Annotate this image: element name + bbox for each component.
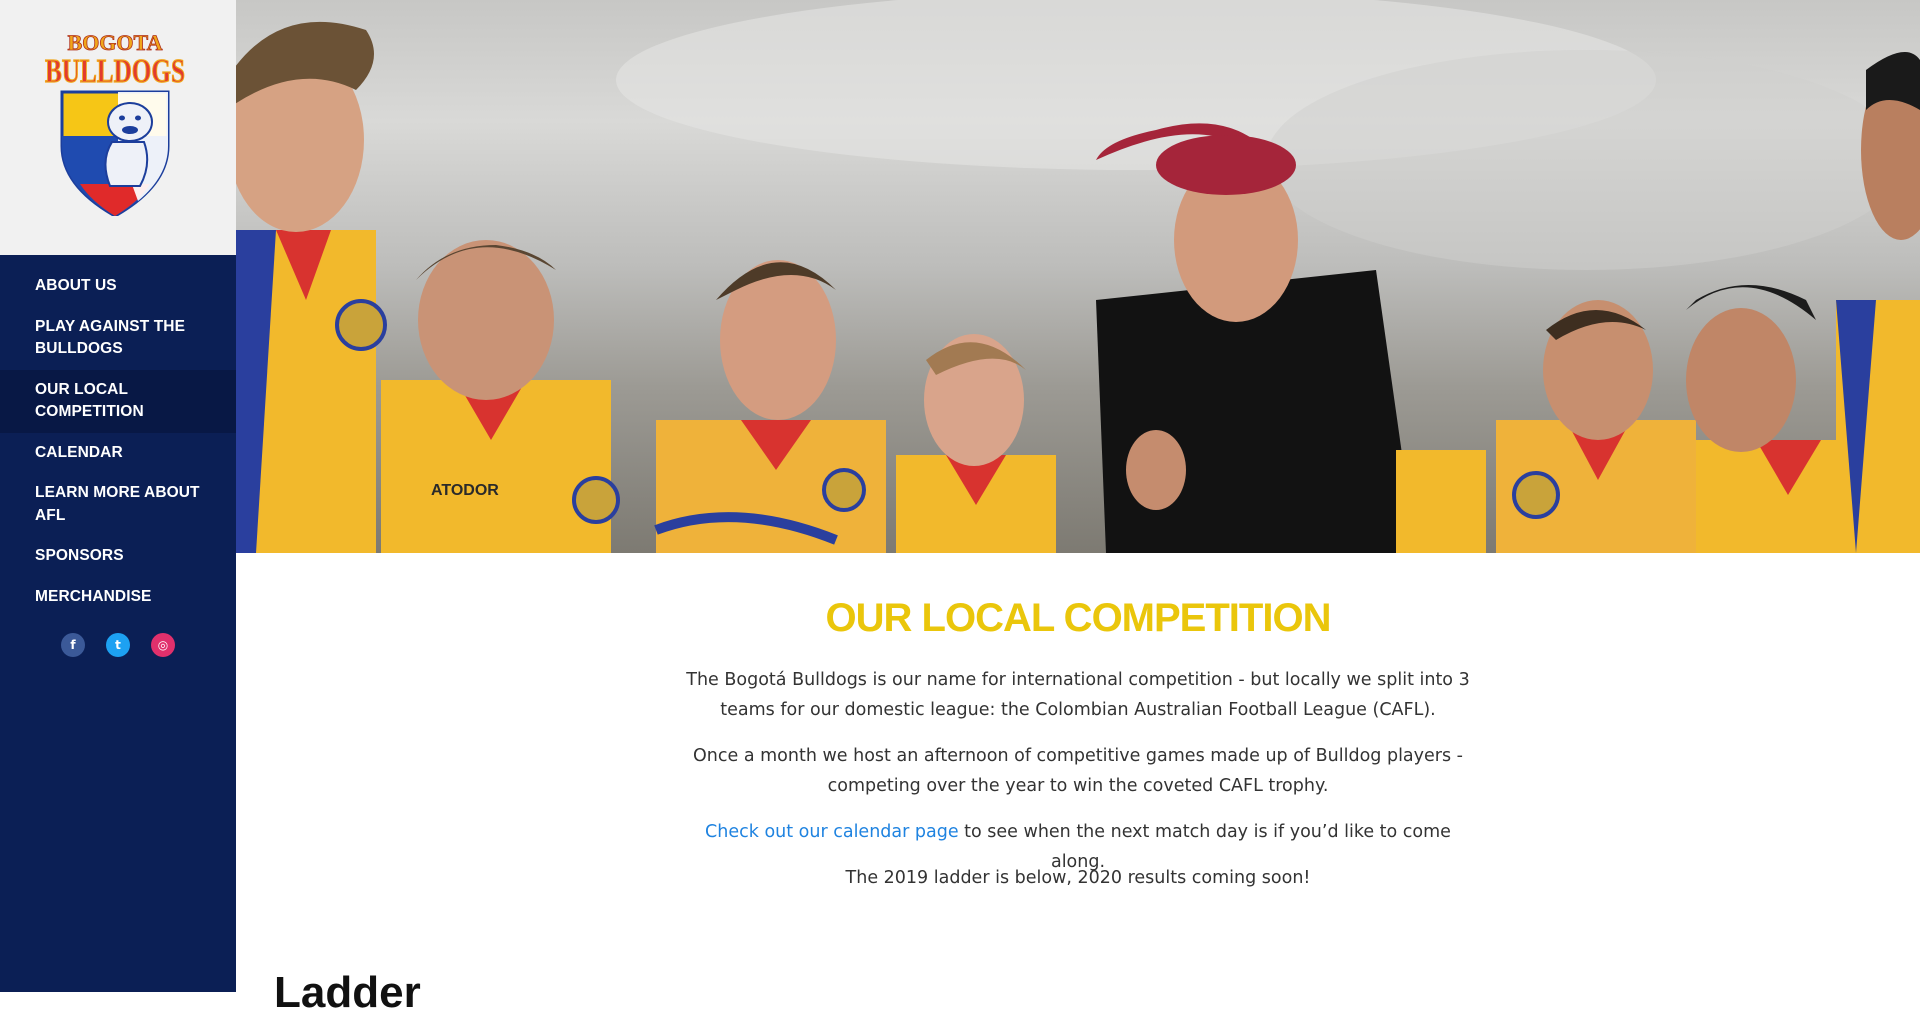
hero-image: ATODOR — [236, 0, 1920, 553]
main-nav: ABOUT US PLAY AGAINST THE BULLDOGS OUR L… — [0, 266, 236, 617]
facebook-icon[interactable]: f — [61, 633, 85, 657]
calendar-page-link[interactable]: Check out our calendar page — [705, 822, 959, 842]
instagram-icon[interactable]: ◎ — [151, 633, 175, 657]
bulldogs-logo[interactable]: BOGOTA BULLDOGS — [40, 26, 190, 216]
page-title: OUR LOCAL COMPETITION — [825, 596, 1332, 640]
main-content: OUR LOCAL COMPETITION The Bogotá Bulldog… — [236, 553, 1920, 1017]
ladder-heading: Ladder — [274, 968, 421, 1017]
monthly-games-paragraph: Once a month we host an afternoon of com… — [693, 746, 1463, 796]
nav-item-merchandise[interactable]: MERCHANDISE — [0, 577, 236, 618]
jersey-text: ATODOR — [431, 482, 499, 499]
nav-item-learn-afl[interactable]: LEARN MORE ABOUT AFL — [0, 473, 236, 536]
nav-item-local-competition[interactable]: OUR LOCAL COMPETITION — [0, 369, 236, 433]
logo-area[interactable]: BOGOTA BULLDOGS — [0, 0, 236, 255]
logo-top-text: BOGOTA — [68, 30, 163, 55]
twitter-icon[interactable]: t — [106, 633, 130, 657]
nav-item-sponsors[interactable]: SPONSORS — [0, 536, 236, 577]
social-links: f t ◎ — [61, 633, 175, 657]
intro-paragraph: The Bogotá Bulldogs is our name for inte… — [686, 670, 1470, 720]
team-huddle-photo: ATODOR — [236, 0, 1920, 553]
sidebar: BOGOTA BULLDOGS ABOUT US PLAY AGAINST TH… — [0, 0, 236, 992]
nav-item-play-against[interactable]: PLAY AGAINST THE BULLDOGS — [0, 307, 236, 370]
nav-item-calendar[interactable]: CALENDAR — [0, 433, 236, 474]
nav-item-about-us[interactable]: ABOUT US — [0, 266, 236, 307]
ladder-note-paragraph: The 2019 ladder is below, 2020 results c… — [845, 868, 1311, 888]
logo-main-text: BULLDOGS — [45, 53, 185, 90]
